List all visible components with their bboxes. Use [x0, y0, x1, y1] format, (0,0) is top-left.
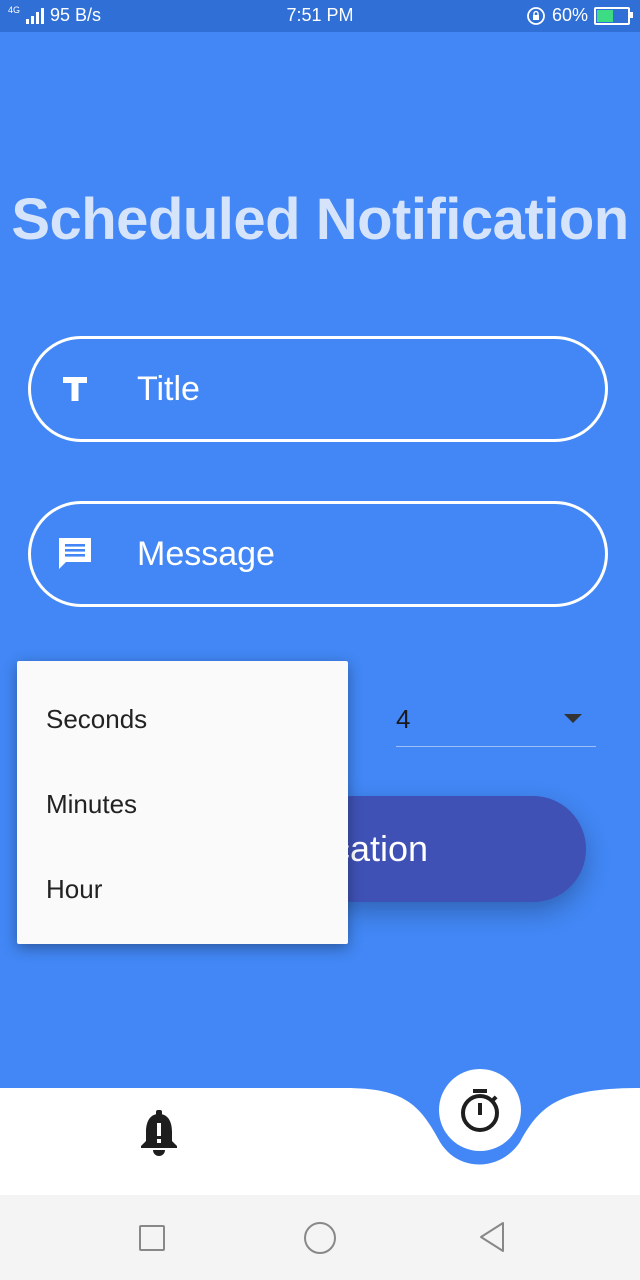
battery-percent: 60%	[551, 5, 588, 25]
status-right: 60%	[526, 5, 633, 26]
dropdown-option-minutes[interactable]: Minutes	[46, 789, 137, 820]
title-input[interactable]	[135, 368, 559, 410]
message-input[interactable]	[135, 533, 559, 575]
battery-fill	[597, 9, 613, 22]
amount-value: 4	[396, 704, 411, 734]
message-icon	[53, 532, 97, 576]
status-bar: 4G 95 B/s 7:51 PM 60%	[0, 0, 640, 32]
title-field[interactable]	[28, 336, 608, 442]
rotation-lock-icon	[527, 6, 545, 25]
amount-select[interactable]: 4	[396, 700, 596, 747]
timer-tab[interactable]	[439, 1069, 521, 1151]
message-field[interactable]	[28, 501, 608, 607]
system-navigation-bar	[0, 1195, 640, 1280]
dropdown-option-seconds[interactable]: Seconds	[46, 704, 147, 735]
text-format-icon	[53, 367, 97, 411]
back-icon[interactable]	[478, 1221, 506, 1253]
bell-icon[interactable]	[140, 1110, 178, 1156]
stopwatch-icon	[461, 1089, 499, 1132]
unit-dropdown-menu: Seconds Minutes Hour	[17, 661, 348, 944]
bottom-navigation-bar	[0, 1088, 640, 1195]
recent-apps-icon[interactable]	[139, 1225, 165, 1251]
dropdown-option-hour[interactable]: Hour	[46, 874, 102, 905]
dropdown-arrow-icon	[564, 714, 582, 723]
page-title: Scheduled Notification	[11, 187, 629, 252]
home-icon[interactable]	[304, 1222, 336, 1254]
battery-icon	[594, 6, 633, 25]
